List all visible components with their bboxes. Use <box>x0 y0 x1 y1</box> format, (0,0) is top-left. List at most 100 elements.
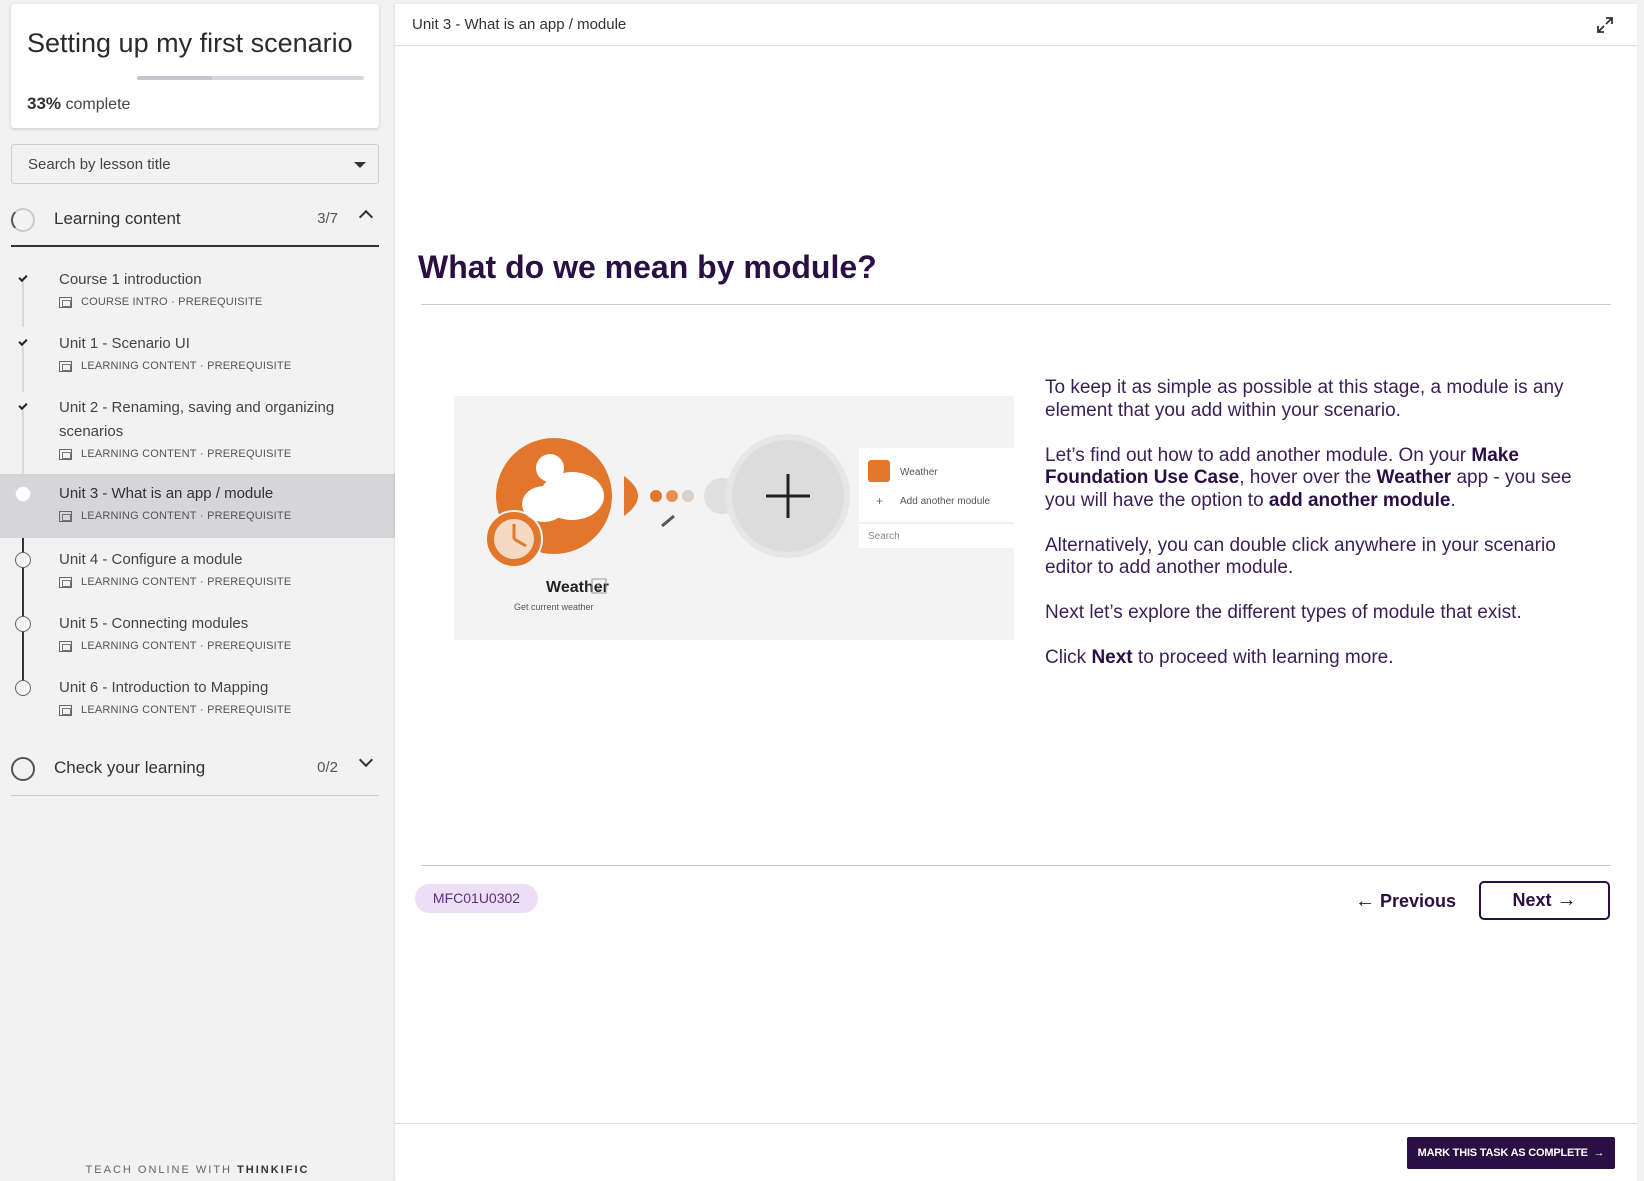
lesson-item[interactable]: Unit 5 - Connecting modules LEARNING CON… <box>0 606 395 666</box>
mark-complete-label: MARK THIS TASK AS COMPLETE <box>1417 1147 1588 1159</box>
meta-separator: · <box>199 640 204 652</box>
lesson-item[interactable]: Unit 4 - Configure a module LEARNING CON… <box>0 542 395 602</box>
lesson-title: Unit 2 - Renaming, saving and organizing… <box>59 399 335 440</box>
lesson-title: Unit 4 - Configure a module <box>59 551 243 568</box>
paragraph: To keep it as simple as possible at this… <box>1045 377 1564 421</box>
illustration-app-subtitle: Get current weather <box>514 602 594 612</box>
incomplete-circle-icon <box>15 680 31 696</box>
paragraph: Click Next to proceed with learning more… <box>1045 647 1590 670</box>
lesson-meta: LEARNING CONTENT · PREREQUISITE <box>59 360 291 372</box>
lesson-item-current[interactable]: Unit 3 - What is an app / module LEARNIN… <box>0 474 395 538</box>
paragraph: Next let’s explore the different types o… <box>1045 602 1522 623</box>
media-icon <box>59 510 72 522</box>
media-icon <box>59 360 72 372</box>
lesson-item[interactable]: Course 1 introduction COURSE INTRO · PRE… <box>0 262 395 322</box>
lesson-tag: PREREQUISITE <box>207 704 292 716</box>
lesson-item[interactable]: Unit 2 - Renaming, saving and organizing… <box>0 390 395 474</box>
course-title: Setting up my first scenario <box>27 28 353 58</box>
course-progress-card: Setting up my first scenario 33% complet… <box>11 4 379 128</box>
page-title: What do we mean by module? <box>418 249 877 285</box>
next-label: Next <box>1512 890 1552 910</box>
text-run: Let’s find out how to add another module… <box>1045 444 1472 466</box>
expand-icon[interactable] <box>1595 15 1615 35</box>
current-lesson-dot-icon <box>15 486 31 502</box>
text-run: to proceed with learning more. <box>1132 647 1394 668</box>
media-icon <box>59 640 72 652</box>
caret-down-icon <box>354 162 366 168</box>
breadcrumb: Unit 3 - What is an app / module <box>412 16 627 33</box>
chapter-progress-ring-icon <box>11 208 35 232</box>
footer-brand: THINKIFIC <box>237 1164 310 1176</box>
arrow-right-icon: → <box>1593 1147 1605 1159</box>
chapter-count: 0/2 <box>317 759 338 776</box>
chevron-down-icon[interactable] <box>358 752 374 768</box>
lesson-tag: PREREQUISITE <box>207 576 292 588</box>
lesson-tag: PREREQUISITE <box>207 360 292 372</box>
bottom-divider <box>395 1123 1637 1124</box>
lesson-item[interactable]: Unit 1 - Scenario UI LEARNING CONTENT · … <box>0 326 395 386</box>
lesson-type: LEARNING CONTENT <box>81 640 197 652</box>
footer-branding[interactable]: TEACH ONLINE WITH THINKIFIC <box>0 1164 395 1176</box>
arrow-right-icon: → <box>1556 889 1577 911</box>
lesson-search-select[interactable]: Search by lesson title <box>11 144 379 184</box>
lesson-title: Unit 5 - Connecting modules <box>59 615 249 632</box>
lesson-content-panel: Unit 3 - What is an app / module What do… <box>395 4 1637 1181</box>
chapter-title: Check your learning <box>54 758 206 777</box>
illustration-menu-item: Weather <box>900 467 938 478</box>
illustration-menu-search: Search <box>868 531 900 542</box>
lesson-type: LEARNING CONTENT <box>81 510 197 522</box>
text-emphasis: Weather <box>1376 467 1452 488</box>
chevron-up-icon[interactable] <box>358 209 374 225</box>
lesson-search-label: Search by lesson title <box>28 156 171 173</box>
lesson-meta: LEARNING CONTENT · PREREQUISITE <box>59 510 291 522</box>
document-icon <box>59 296 72 308</box>
next-button[interactable]: Next → <box>1479 881 1610 920</box>
divider <box>421 865 1611 866</box>
meta-separator: · <box>171 296 175 308</box>
media-icon <box>59 448 72 460</box>
lesson-meta: LEARNING CONTENT · PREREQUISITE <box>59 640 291 652</box>
lesson-item[interactable]: Unit 6 - Introduction to Mapping LEARNIN… <box>0 670 395 730</box>
lesson-tag: PREREQUISITE <box>207 510 292 522</box>
lesson-type: LEARNING CONTENT <box>81 448 197 460</box>
chapter-title: Learning content <box>54 209 181 228</box>
lesson-title: Unit 6 - Introduction to Mapping <box>59 679 269 696</box>
text-emphasis: Next <box>1091 647 1133 668</box>
previous-button[interactable]: ← Previous <box>1345 882 1466 920</box>
progress-bar-fill <box>137 76 212 80</box>
incomplete-circle-icon <box>15 552 31 568</box>
paragraph: Let’s find out how to add another module… <box>1045 445 1590 513</box>
chapter-progress-ring-icon <box>11 757 35 781</box>
mark-complete-button[interactable]: MARK THIS TASK AS COMPLETE → <box>1407 1137 1615 1169</box>
text-run: , hover over the <box>1239 467 1377 488</box>
illustration-menu-add: Add another module <box>900 496 991 507</box>
progress-text: 33% complete <box>27 94 130 114</box>
arrow-left-icon: ← <box>1355 889 1375 912</box>
lesson-meta: LEARNING CONTENT · PREREQUISITE <box>59 704 291 716</box>
lesson-title: Unit 3 - What is an app / module <box>59 485 274 502</box>
chapter-check-your-learning[interactable]: Check your learning 0/2 <box>11 740 379 796</box>
meta-separator: · <box>199 576 204 588</box>
lesson-title: Unit 1 - Scenario UI <box>59 335 190 352</box>
lesson-tag: PREREQUISITE <box>207 448 292 460</box>
check-icon <box>15 336 31 352</box>
illustration-app-index: 1 <box>596 582 602 593</box>
meta-separator: · <box>199 510 204 522</box>
lesson-body: To keep it as simple as possible at this… <box>1045 377 1590 692</box>
course-sidebar: Setting up my first scenario 33% complet… <box>0 0 395 1181</box>
module-illustration: Weather 1 Get current weather Weather + … <box>454 396 1014 640</box>
meta-separator: · <box>199 360 204 372</box>
content-topbar: Unit 3 - What is an app / module <box>395 4 1637 46</box>
meta-separator: · <box>199 704 204 716</box>
footer-prefix: TEACH ONLINE WITH <box>85 1164 232 1176</box>
chapter-count: 3/7 <box>317 210 338 227</box>
lesson-title: Course 1 introduction <box>59 271 202 288</box>
media-icon <box>59 704 72 716</box>
check-icon <box>15 272 31 288</box>
progress-bar <box>137 76 364 80</box>
paragraph: Alternatively, you can double click anyw… <box>1045 534 1556 579</box>
svg-text:+: + <box>876 494 883 508</box>
meta-separator: · <box>199 448 204 460</box>
chapter-learning-content[interactable]: Learning content 3/7 <box>11 191 379 247</box>
lesson-type: LEARNING CONTENT <box>81 360 197 372</box>
